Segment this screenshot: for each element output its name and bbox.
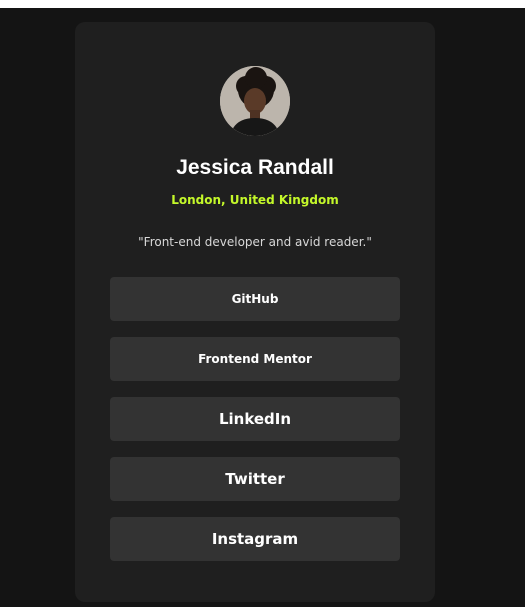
instagram-link-button[interactable]: Instagram [110, 517, 400, 561]
profile-card: Jessica Randall London, United Kingdom "… [75, 22, 435, 602]
social-links-list: GitHub Frontend Mentor LinkedIn Twitter … [110, 277, 400, 577]
avatar-portrait-image [220, 66, 290, 136]
profile-name: Jessica Randall [176, 156, 334, 179]
profile-location: London, United Kingdom [171, 193, 339, 207]
github-link-button[interactable]: GitHub [110, 277, 400, 321]
linkedin-link-button[interactable]: LinkedIn [110, 397, 400, 441]
avatar [220, 66, 290, 136]
top-strip [0, 0, 525, 8]
frontend-mentor-link-button[interactable]: Frontend Mentor [110, 337, 400, 381]
twitter-link-button[interactable]: Twitter [110, 457, 400, 501]
profile-bio: "Front-end developer and avid reader." [138, 235, 372, 249]
